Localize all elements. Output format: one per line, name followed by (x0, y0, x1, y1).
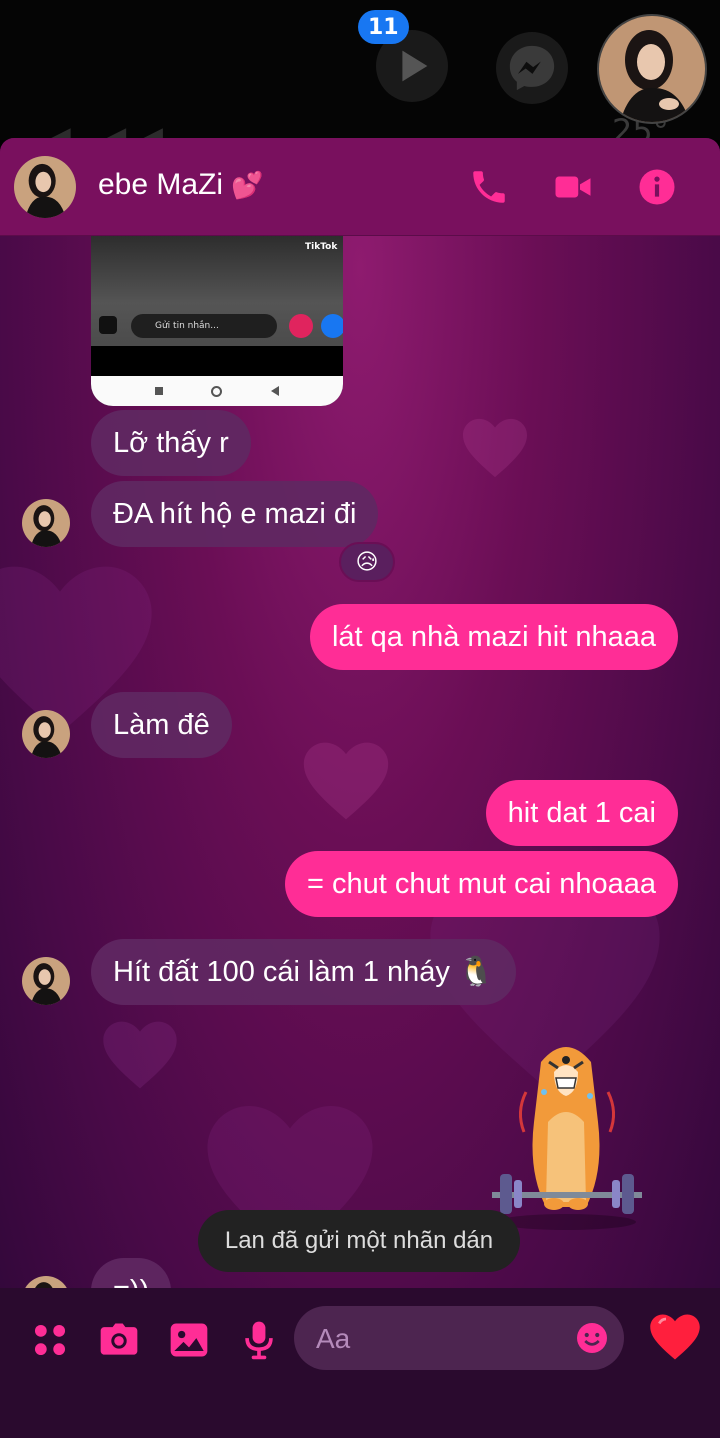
profile-photo (22, 710, 70, 758)
profile-photo (14, 156, 76, 218)
message-bubble-incoming[interactable]: Lỡ thấy r (91, 410, 251, 476)
tiktok-watermark: TikTok (305, 242, 338, 252)
sad-face-icon: 😥 (355, 549, 379, 575)
info-icon[interactable] (636, 166, 678, 208)
mic-icon[interactable] (237, 1318, 281, 1362)
messenger-icon (509, 45, 555, 91)
contact-name-text: ebe MaZi (98, 168, 224, 201)
message-bubble-incoming[interactable]: Làm đê (91, 692, 232, 758)
image-input-text: Gửi tin nhắn... (131, 314, 277, 338)
two-hearts-icon: 💕 (231, 170, 264, 200)
image-dark-band (91, 346, 343, 376)
sender-avatar[interactable] (22, 1276, 70, 1288)
message-text: = chut chut mut cai nhoaaa (306, 867, 656, 900)
dog-barbell-sticker[interactable] (486, 1032, 648, 1232)
image-icon[interactable] (167, 1318, 211, 1362)
profile-photo (22, 957, 70, 1005)
profile-photo (599, 16, 705, 122)
message-input[interactable]: Aa (294, 1306, 624, 1370)
conversation-header: ebe MaZi 💕 (0, 138, 720, 236)
floating-heads-bar: ◀ ◀◀ 25° 11 (0, 0, 720, 164)
chat-head-avatar[interactable] (597, 14, 707, 124)
image-nav-bar (91, 376, 343, 406)
message-list[interactable]: TikTok Gửi tin nhắn... Lỡ thấy r ĐA hít … (0, 236, 720, 1288)
chat-window: ebe MaZi 💕 TikTok Gửi tin nhắn... Lỡ thấ… (0, 138, 720, 1438)
home-icon (211, 385, 223, 397)
message-text: hit dat 1 cai (507, 796, 656, 829)
message-reaction[interactable]: 😥 (339, 542, 395, 582)
input-placeholder: Aa (316, 1323, 351, 1354)
profile-photo (22, 1276, 70, 1288)
recent-apps-icon (155, 387, 164, 395)
contact-avatar[interactable] (14, 156, 76, 218)
like-heart-icon (289, 314, 313, 338)
camera-icon[interactable] (97, 1318, 141, 1362)
profile-photo (22, 499, 70, 547)
video-icon[interactable] (552, 166, 594, 208)
play-icon (402, 50, 428, 82)
sender-avatar[interactable] (22, 499, 70, 547)
message-bubble-incoming[interactable]: Hít đất 100 cái làm 1 nháy 🐧 (91, 939, 517, 1005)
thumbs-up-icon (321, 314, 343, 338)
message-bubble-incoming[interactable]: =)) (91, 1258, 172, 1289)
contact-name[interactable]: ebe MaZi 💕 (98, 168, 264, 202)
back-icon (270, 386, 279, 396)
message-text: Hít đất 100 cái làm 1 nháy 🐧 (113, 956, 495, 988)
sender-avatar[interactable] (22, 957, 70, 1005)
message-text: ĐA hít hộ e mazi đi (113, 497, 357, 530)
emoji-icon[interactable] (574, 1320, 610, 1356)
sender-avatar[interactable] (22, 710, 70, 758)
message-text: Làm đê (113, 708, 210, 741)
comment-icon (99, 316, 117, 334)
unread-badge: 11 (358, 10, 409, 44)
messenger-head-button[interactable] (496, 32, 568, 104)
sticker-sent-toast: Lan đã gửi một nhãn dán (198, 1210, 520, 1272)
message-composer: Aa (0, 1288, 720, 1438)
message-bubble-outgoing[interactable]: lát qa nhà mazi hit nhaaa (309, 604, 678, 670)
message-text: Lỡ thấy r (113, 426, 229, 459)
message-bubble-incoming[interactable]: ĐA hít hộ e mazi đi (91, 481, 379, 547)
heart-icon[interactable] (648, 1310, 702, 1364)
phone-icon[interactable] (468, 166, 510, 208)
menu-dots-icon[interactable] (28, 1318, 72, 1362)
message-bubble-outgoing[interactable]: = chut chut mut cai nhoaaa (284, 851, 678, 917)
message-text: lát qa nhà mazi hit nhaaa (331, 620, 656, 653)
message-text: =)) (113, 1275, 149, 1289)
message-bubble-outgoing[interactable]: hit dat 1 cai (485, 780, 678, 846)
shared-image-message[interactable]: TikTok Gửi tin nhắn... (91, 236, 343, 406)
